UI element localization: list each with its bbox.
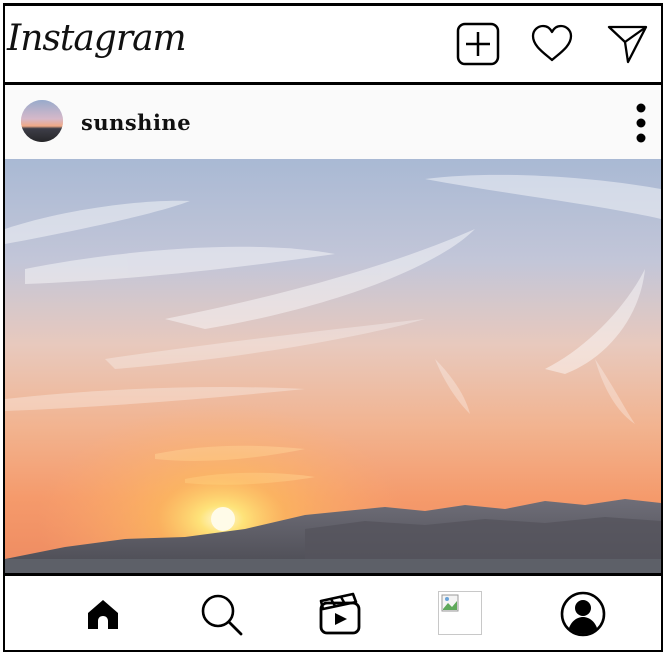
- broken-image[interactable]: [438, 591, 482, 635]
- instagram-logo[interactable]: Instagram: [7, 18, 187, 59]
- post-username[interactable]: sunshine: [81, 110, 191, 135]
- send-icon[interactable]: [606, 22, 650, 66]
- broken-image-icon: [441, 594, 459, 612]
- bottom-nav: [5, 576, 661, 650]
- reels-icon[interactable]: [317, 591, 363, 637]
- post-header: sunshine: [5, 85, 661, 159]
- avatar[interactable]: [21, 100, 63, 142]
- sunset-photo: [5, 159, 661, 573]
- home-icon[interactable]: [80, 591, 126, 637]
- post-photo[interactable]: [5, 159, 661, 573]
- profile-icon[interactable]: [560, 591, 606, 637]
- add-post-icon[interactable]: [456, 22, 500, 66]
- heart-icon[interactable]: [530, 22, 574, 66]
- avatar-image: [21, 100, 63, 142]
- top-bar: Instagram: [5, 6, 661, 82]
- search-icon[interactable]: [198, 591, 244, 637]
- more-vertical-icon[interactable]: [631, 102, 651, 144]
- app-frame: Instagram sunshine: [3, 3, 663, 652]
